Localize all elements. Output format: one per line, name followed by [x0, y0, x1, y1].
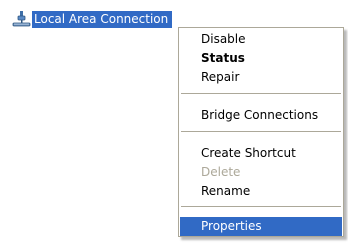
local-area-connection-item[interactable]: Local Area Connection: [12, 10, 173, 28]
connection-label: Local Area Connection: [32, 10, 173, 28]
menu-item-properties[interactable]: Properties: [180, 217, 342, 236]
menu-item-repair[interactable]: Repair: [180, 68, 342, 87]
menu-item-disable[interactable]: Disable: [180, 30, 342, 49]
network-connection-icon: [12, 10, 31, 28]
menu-item-create-shortcut[interactable]: Create Shortcut: [180, 144, 342, 163]
menu-item-rename[interactable]: Rename: [180, 182, 342, 201]
menu-item-delete: Delete: [201, 165, 241, 179]
menu-separator: [181, 93, 341, 94]
menu-item-bridge-connections[interactable]: Bridge Connections: [180, 106, 342, 125]
menu-item-status[interactable]: Status: [180, 49, 342, 68]
context-menu: Disable Status Repair Bridge Connections…: [178, 27, 344, 237]
menu-separator: [181, 206, 341, 207]
menu-separator: [181, 131, 341, 132]
desktop-area: Local Area Connection Disable Status Rep…: [0, 0, 348, 246]
